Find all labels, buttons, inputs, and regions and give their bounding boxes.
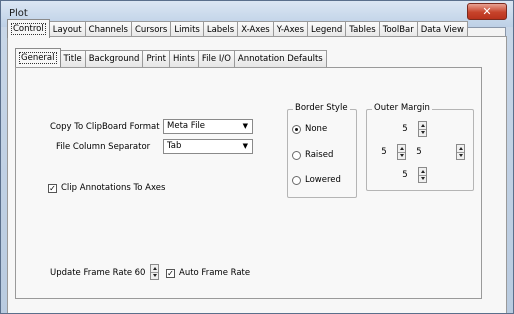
border-lowered-radio[interactable]: Lowered bbox=[292, 175, 341, 185]
subtab-general[interactable]: General bbox=[15, 48, 61, 67]
border-raised-label: Raised bbox=[305, 150, 334, 160]
margin-top-spinner[interactable] bbox=[418, 121, 427, 137]
frame-rate-value[interactable]: 60 bbox=[131, 268, 149, 278]
subtab-background[interactable]: Background bbox=[84, 50, 144, 67]
general-tab-panel: Copy To ClipBoard Format Meta File ▼ Fil… bbox=[15, 67, 482, 299]
column-separator-value: Tab bbox=[167, 141, 182, 151]
plot-window: Plot ✕ Control Layout Channels Cursors L… bbox=[0, 0, 514, 314]
radio-dot bbox=[292, 150, 301, 160]
chevron-down-icon: ▼ bbox=[242, 142, 248, 150]
window-title: Plot bbox=[9, 8, 28, 19]
clipboard-format-label: Copy To ClipBoard Format bbox=[50, 122, 160, 132]
border-raised-radio[interactable]: Raised bbox=[292, 150, 333, 160]
border-none-label: None bbox=[305, 124, 328, 134]
auto-frame-rate-label: Auto Frame Rate bbox=[179, 268, 251, 278]
border-style-group: Border Style None Raised Lowered bbox=[287, 103, 357, 198]
margin-bottom-spinner[interactable] bbox=[418, 167, 427, 183]
subtab-file-io[interactable]: File I/O bbox=[197, 50, 235, 67]
margin-top-value[interactable]: 5 bbox=[396, 124, 414, 134]
sub-tab-bar: General Title Background Print Hints Fil… bbox=[15, 48, 327, 67]
close-button[interactable]: ✕ bbox=[467, 3, 507, 20]
chevron-down-icon: ▼ bbox=[242, 122, 248, 130]
margin-right-spinner[interactable] bbox=[456, 144, 465, 160]
checkbox-box: ✓ bbox=[166, 268, 175, 278]
clipboard-format-value: Meta File bbox=[167, 121, 206, 131]
frame-rate-label: Update Frame Rate bbox=[50, 268, 133, 278]
frame-rate-spinner[interactable] bbox=[150, 264, 159, 280]
margin-bottom-value[interactable]: 5 bbox=[396, 170, 414, 180]
close-icon: ✕ bbox=[482, 5, 492, 18]
border-none-radio[interactable]: None bbox=[292, 124, 327, 134]
outer-margin-title: Outer Margin bbox=[372, 103, 432, 113]
checkbox-box: ✓ bbox=[48, 183, 57, 193]
clip-annotations-checkbox[interactable]: ✓ Clip Annotations To Axes bbox=[48, 183, 165, 193]
border-style-title: Border Style bbox=[293, 103, 350, 113]
subtab-title[interactable]: Title bbox=[59, 50, 86, 67]
subtab-print[interactable]: Print bbox=[142, 50, 170, 67]
clipboard-format-select[interactable]: Meta File ▼ bbox=[163, 119, 253, 134]
clip-annotations-label: Clip Annotations To Axes bbox=[61, 183, 166, 193]
subtab-annotation-defaults[interactable]: Annotation Defaults bbox=[233, 50, 327, 67]
column-separator-select[interactable]: Tab ▼ bbox=[163, 139, 253, 154]
border-lowered-label: Lowered bbox=[305, 175, 341, 185]
radio-dot bbox=[292, 175, 301, 185]
outer-margin-group: Outer Margin 5 5 5 5 bbox=[366, 103, 474, 191]
column-separator-label: File Column Separator bbox=[56, 142, 151, 152]
tab-control[interactable]: Control bbox=[7, 19, 50, 38]
margin-left-value[interactable]: 5 bbox=[375, 147, 393, 157]
radio-dot bbox=[292, 124, 301, 134]
subtab-hints[interactable]: Hints bbox=[169, 50, 199, 67]
margin-right-value[interactable]: 5 bbox=[410, 147, 428, 157]
margin-left-spinner[interactable] bbox=[397, 144, 406, 160]
auto-frame-rate-checkbox[interactable]: ✓ Auto Frame Rate bbox=[166, 268, 250, 278]
